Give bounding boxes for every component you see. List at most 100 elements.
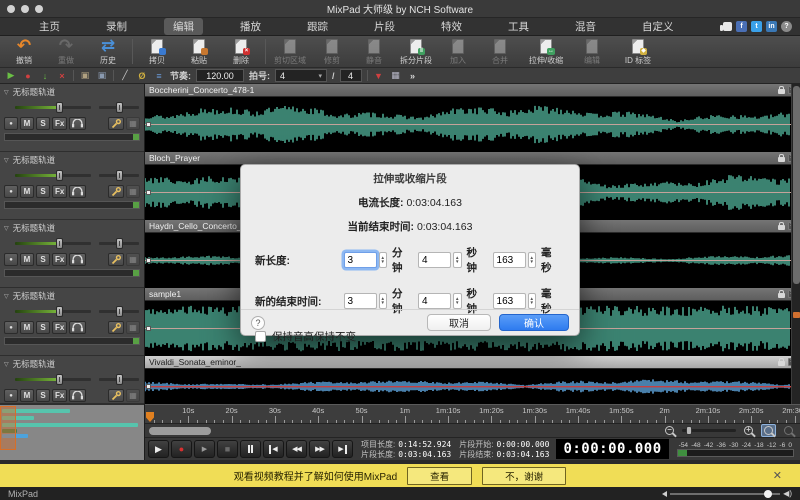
- pause-button[interactable]: [240, 440, 261, 458]
- pan-slider-handle[interactable]: [116, 102, 123, 113]
- minimap-view-selection[interactable]: [0, 406, 16, 450]
- mute-button[interactable]: M: [20, 185, 34, 198]
- pan-slider[interactable]: [99, 310, 139, 313]
- new-length-millis-input[interactable]: [493, 252, 526, 268]
- volume-slider[interactable]: [15, 242, 91, 245]
- mute-button[interactable]: M: [20, 389, 34, 402]
- mute-button[interactable]: M: [20, 117, 34, 130]
- save-folder-icon[interactable]: ▣: [96, 70, 108, 82]
- rewind-button[interactable]: ◀◀: [286, 440, 307, 458]
- delete-button[interactable]: ×删除: [220, 37, 262, 66]
- open-folder-icon[interactable]: ▣: [79, 70, 91, 82]
- solo-button[interactable]: S: [36, 321, 50, 334]
- volume-slider-handle[interactable]: [56, 170, 63, 181]
- new-length-seconds-input[interactable]: [418, 252, 451, 268]
- stepper-control[interactable]: ▲▼: [453, 252, 461, 268]
- zoom-slider[interactable]: [682, 429, 736, 432]
- pan-slider[interactable]: [99, 174, 139, 177]
- fx-button[interactable]: Fx: [52, 117, 67, 130]
- remove-track-icon[interactable]: ×: [56, 70, 68, 82]
- clip-header[interactable]: Boccherini_Concerto_478-1×: [145, 84, 800, 97]
- view-tutorial-button[interactable]: 查看: [407, 467, 472, 485]
- lock-icon[interactable]: [778, 293, 785, 298]
- track-strip-header[interactable]: ▽无标题轨道: [4, 86, 140, 98]
- paste-button[interactable]: 粘贴: [178, 37, 220, 66]
- twitter-icon[interactable]: t: [751, 21, 762, 32]
- bookmark-icon[interactable]: ▼: [373, 70, 385, 82]
- stepper-control[interactable]: ▲▼: [528, 293, 536, 309]
- like-icon[interactable]: [723, 22, 732, 31]
- pan-slider-handle[interactable]: [116, 374, 123, 385]
- track-settings-button[interactable]: [108, 389, 124, 402]
- pan-slider[interactable]: [99, 242, 139, 245]
- stepper-control[interactable]: ▲▼: [379, 252, 387, 268]
- volume-slider[interactable]: [15, 310, 91, 313]
- play-small-icon[interactable]: ▶: [5, 70, 17, 82]
- cancel-button[interactable]: 取消: [427, 314, 491, 331]
- collapse-triangle-icon[interactable]: ▽: [4, 361, 9, 368]
- track-settings-button[interactable]: [108, 321, 124, 334]
- volume-slider[interactable]: [15, 378, 91, 381]
- add-track-icon[interactable]: ↓: [39, 70, 51, 82]
- track-extra-button[interactable]: ▦: [126, 253, 140, 266]
- clip-start-handle[interactable]: [146, 122, 151, 127]
- arm-record-button[interactable]: ●: [4, 117, 18, 130]
- headphones-button[interactable]: [69, 185, 86, 198]
- history-button[interactable]: ⇄历史: [87, 37, 129, 66]
- zoom-fit-button[interactable]: [761, 424, 776, 437]
- menu-tab-跟踪[interactable]: 跟踪: [298, 18, 337, 35]
- vertical-scrollbar-thumb[interactable]: [793, 86, 800, 284]
- pan-slider-handle[interactable]: [116, 170, 123, 181]
- volume-slider-thumb[interactable]: [764, 490, 772, 498]
- lock-icon[interactable]: [778, 89, 785, 94]
- help-button[interactable]: ?: [251, 316, 265, 330]
- track-settings-button[interactable]: [108, 253, 124, 266]
- timesig-denominator-field[interactable]: 4: [340, 69, 362, 82]
- timeline-ruler[interactable]: 10s20s30s40s50s1m1m:10s1m:20s1m:30s1m:40…: [145, 404, 800, 424]
- zoom-in-button[interactable]: [741, 424, 756, 437]
- track-strip-header[interactable]: ▽无标题轨道: [4, 290, 140, 302]
- track-extra-button[interactable]: ▦: [126, 117, 140, 130]
- mute-button[interactable]: M: [20, 321, 34, 334]
- arm-record-button[interactable]: ●: [4, 253, 18, 266]
- lock-icon[interactable]: [778, 157, 785, 162]
- volume-slider[interactable]: [15, 106, 91, 109]
- horizontal-scrollbar[interactable]: [149, 427, 211, 435]
- solo-button[interactable]: S: [36, 253, 50, 266]
- headphones-button[interactable]: [69, 117, 86, 130]
- menu-tab-片段[interactable]: 片段: [365, 18, 404, 35]
- arm-record-button[interactable]: ●: [4, 389, 18, 402]
- vertical-scrollbar[interactable]: [791, 84, 800, 404]
- pan-slider[interactable]: [99, 106, 139, 109]
- id-tags-button[interactable]: ◆ID 标签: [613, 37, 663, 66]
- record-button[interactable]: ●: [171, 440, 192, 458]
- track-extra-button[interactable]: ▦: [126, 389, 140, 402]
- menu-tab-混音[interactable]: 混音: [566, 18, 605, 35]
- menu-tab-主页[interactable]: 主页: [30, 18, 69, 35]
- solo-button[interactable]: S: [36, 117, 50, 130]
- facebook-icon[interactable]: f: [736, 21, 747, 32]
- menu-tab-播放[interactable]: 播放: [231, 18, 270, 35]
- solo-button[interactable]: S: [36, 389, 50, 402]
- stretch-shrink-button[interactable]: ↔拉伸/收缩: [521, 37, 571, 66]
- pan-slider-handle[interactable]: [116, 238, 123, 249]
- arm-record-button[interactable]: ●: [4, 185, 18, 198]
- headphones-button[interactable]: [69, 253, 86, 266]
- volume-slider-handle[interactable]: [56, 102, 63, 113]
- fx-button[interactable]: Fx: [52, 253, 67, 266]
- track-strip-header[interactable]: ▽无标题轨道: [4, 154, 140, 166]
- track-settings-button[interactable]: [108, 117, 124, 130]
- solo-button[interactable]: S: [36, 185, 50, 198]
- new-end-millis-input[interactable]: [493, 293, 526, 309]
- menu-tab-录制[interactable]: 录制: [97, 18, 136, 35]
- clip-start-handle[interactable]: [146, 384, 151, 389]
- stop-button[interactable]: ■: [217, 440, 238, 458]
- volume-slider[interactable]: [15, 174, 91, 177]
- close-notification-icon[interactable]: ✕: [773, 469, 782, 482]
- record-small-icon[interactable]: ●: [22, 70, 34, 82]
- volume-slider[interactable]: [670, 493, 780, 495]
- draw-tool-icon[interactable]: ╱: [119, 70, 131, 82]
- new-length-minutes-input[interactable]: [344, 252, 377, 268]
- menu-tab-自定义[interactable]: 自定义: [633, 18, 683, 35]
- menu-tab-工具[interactable]: 工具: [499, 18, 538, 35]
